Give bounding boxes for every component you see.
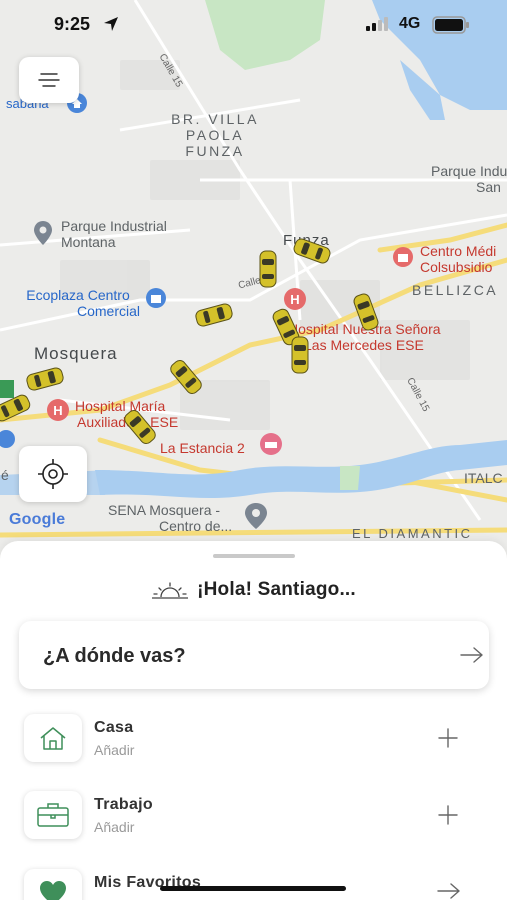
map-label-place: ITALC [464, 470, 503, 486]
menu-button[interactable] [19, 57, 79, 103]
network-label: 4G [399, 15, 421, 32]
greeting: ¡Hola! Santiago... [0, 579, 507, 601]
place-subtitle: Añadir [94, 742, 135, 758]
svg-text:H: H [290, 292, 299, 307]
hospital-pin-icon: H [47, 399, 69, 421]
map-label-mall: Ecoplaza Centro [26, 287, 130, 303]
place-pin-icon [245, 503, 267, 529]
arrow-right-icon [460, 647, 483, 663]
home-icon [40, 727, 66, 750]
home-indicator[interactable] [160, 886, 346, 891]
bottom-sheet: ¡Hola! Santiago... ¿A dónde vas? Casa Añ… [0, 541, 507, 900]
taxi-icon[interactable] [259, 250, 277, 288]
sunrise-icon [152, 582, 189, 599]
sheet-handle[interactable] [213, 554, 295, 558]
destination-prompt: ¿A dónde vas? [43, 645, 186, 667]
place-subtitle: Añadir [94, 819, 135, 835]
status-time: 9:25 [54, 14, 91, 34]
locate-button[interactable] [19, 446, 87, 502]
map-label-area: FUNZA [185, 143, 245, 159]
map-label-hospital: Hospital María [75, 398, 166, 414]
place-item-favoritos[interactable]: Mis Favoritos [0, 869, 507, 900]
google-logo: Google [9, 511, 65, 529]
briefcase-icon [37, 803, 69, 827]
map-label-town: Mosquera [34, 344, 118, 363]
map-label-area: BELLIZCA [412, 282, 499, 298]
map-label-edge: é [1, 467, 9, 483]
menu-icon [38, 73, 60, 87]
place-icon-box [24, 791, 82, 839]
status-bar: 9:25 4G [0, 0, 507, 50]
map-label-mall: Comercial [76, 303, 140, 319]
shopping-pin-icon [0, 430, 15, 448]
map-label-hospital: Las Mercedes ESE [304, 337, 424, 353]
map-label-medical: Colsubsidio [420, 259, 493, 275]
place-item-trabajo[interactable]: Trabajo Añadir [0, 791, 507, 861]
greeting-text: ¡Hola! Santiago... [197, 579, 356, 600]
map-label-park: Parque Indu [431, 163, 507, 179]
taxi-icon[interactable] [291, 336, 309, 374]
place-pin-icon [34, 221, 52, 245]
place-title: Casa [94, 719, 134, 736]
map-label-medical: Centro Médi [420, 243, 497, 259]
map-label-area: BR. VILLA [171, 111, 259, 127]
map-label-park: San [476, 179, 501, 195]
place-icon-box [24, 714, 82, 762]
google-logo-text: Google [9, 511, 66, 528]
battery-icon [432, 16, 469, 34]
map-label-lodging: La Estancia 2 [160, 440, 245, 456]
map-label-place: SENA Mosquera - [108, 502, 221, 518]
lodging-pin-icon [260, 433, 282, 455]
plus-icon[interactable] [436, 803, 460, 827]
place-item-casa[interactable]: Casa Añadir [0, 714, 507, 784]
map-label-area: PAOLA [185, 127, 245, 143]
map-label-park: Montana [61, 234, 116, 250]
map-label-park: Parque Industrial [61, 218, 167, 234]
location-arrow-icon [104, 17, 118, 31]
signal-icon [366, 17, 388, 31]
place-title: Trabajo [94, 796, 154, 813]
map-label-place: Centro de... [159, 518, 233, 534]
shopping-pin-icon [146, 288, 166, 308]
medical-pin-icon [393, 247, 413, 267]
map-label-area: EL DIAMANTIC [352, 526, 473, 541]
crosshair-icon [38, 459, 68, 489]
destination-search[interactable]: ¿A dónde vas? [19, 621, 489, 689]
place-icon-box [24, 869, 82, 900]
arrow-right-icon[interactable] [436, 881, 462, 900]
svg-text:H: H [53, 403, 62, 418]
plus-icon[interactable] [436, 726, 460, 750]
heart-icon [40, 881, 66, 900]
